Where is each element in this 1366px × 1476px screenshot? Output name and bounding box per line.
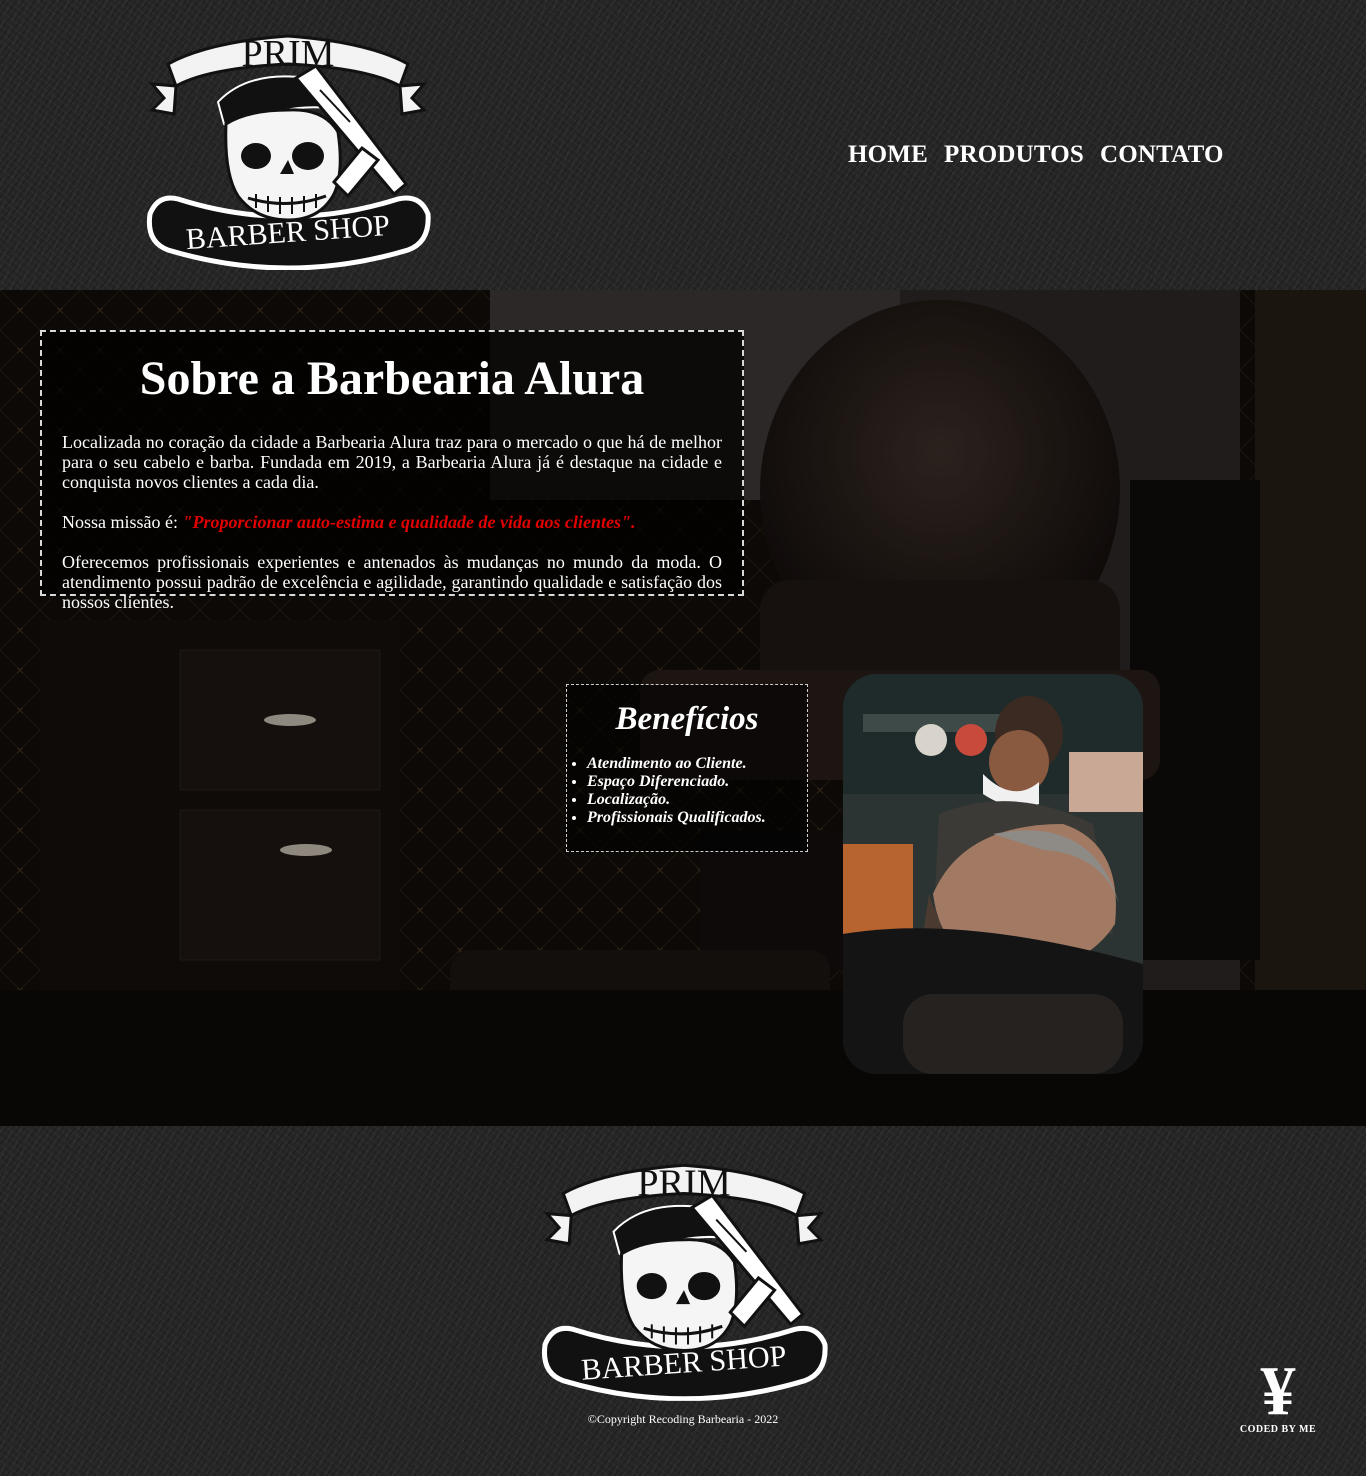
benefit-item: Localização. [587, 791, 807, 809]
about-services: Oferecemos profissionais experientes e a… [62, 552, 722, 612]
benefit-item: Espaço Diferenciado. [587, 773, 807, 791]
nav-contato[interactable]: CONTATO [1100, 141, 1224, 169]
coded-by-caption: CODED BY ME [1239, 1424, 1317, 1435]
yen-icon: ¥ [1260, 1353, 1296, 1430]
about-mission: Nossa missão é: "Proporcionar auto-estim… [62, 512, 722, 532]
benefit-item: Profissionais Qualificados. [587, 809, 807, 827]
footer-logo-image: PRIM BARBER SHOP [533, 1162, 835, 1401]
nav-home[interactable]: HOME [848, 141, 928, 169]
mission-prefix: Nossa missão é: [62, 512, 183, 532]
coded-by-badge[interactable]: ¥ CODED BY ME [1236, 1353, 1320, 1442]
about-intro: Localizada no coração da cidade a Barbea… [62, 432, 722, 492]
mission-quote: "Proporcionar auto-estima e qualidade de… [182, 512, 636, 532]
about-title: Sobre a Barbearia Alura [139, 352, 645, 405]
main-nav: HOME PRODUTOS CONTATO [848, 141, 1224, 169]
svg-text:PRIM: PRIM [242, 33, 335, 75]
logo[interactable]: PRIM BARBER SHOP [137, 24, 439, 270]
main-section: ✕ Sobre a Barbearia Alura Local [0, 290, 1366, 1126]
benefits-title: Benefícios [615, 701, 759, 737]
barber-photo [843, 674, 1143, 1074]
nav-produtos[interactable]: PRODUTOS [944, 141, 1084, 169]
svg-text:PRIM: PRIM [637, 1162, 731, 1204]
footer-logo[interactable]: PRIM BARBER SHOP [533, 1153, 835, 1401]
copyright-text: ©Copyright Recoding Barbearia - 2022 [587, 1412, 779, 1426]
logo-image: PRIM BARBER SHOP [137, 33, 439, 270]
benefit-item: Atendimento ao Cliente. [587, 755, 807, 773]
barber-cutting-beard-image [843, 674, 1143, 1074]
benefits-box: Benefícios Atendimento ao Cliente. Espaç… [566, 684, 808, 852]
benefits-list: Atendimento ao Cliente. Espaço Diferenci… [567, 755, 807, 827]
site-header: PRIM BARBER SHOP HOME PRODUTOS CONTATO [0, 0, 1366, 290]
about-box: Sobre a Barbearia Alura Localizada no co… [40, 330, 744, 612]
